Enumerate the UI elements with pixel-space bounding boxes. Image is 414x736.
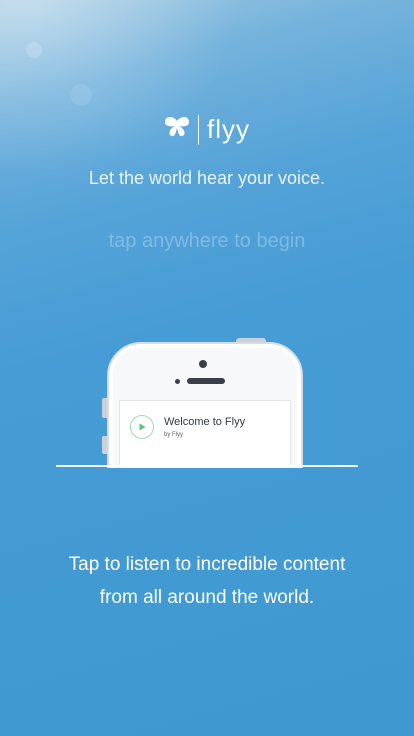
background-glare <box>0 0 240 180</box>
bokeh-light <box>70 84 92 106</box>
bokeh-light <box>26 42 42 58</box>
play-icon <box>130 415 154 439</box>
butterfly-icon <box>164 116 190 143</box>
tap-to-begin-prompt[interactable]: tap anywhere to begin <box>0 230 414 253</box>
description: Tap to listen to incredible content from… <box>0 548 414 614</box>
phone-illustration: Welcome to Flyy by Flyy <box>0 338 414 468</box>
phone-speaker <box>187 378 225 384</box>
logo-divider <box>198 114 199 145</box>
brand-name: flyy <box>207 114 250 144</box>
ground-line <box>56 465 358 467</box>
phone-body: Welcome to Flyy by Flyy <box>107 342 303 468</box>
app-logo: flyy <box>0 114 414 145</box>
description-line-1: Tap to listen to incredible content <box>68 554 346 575</box>
phone-screen: Welcome to Flyy by Flyy <box>119 400 291 468</box>
phone-camera <box>199 360 207 368</box>
onboarding-screen[interactable]: flyy Let the world hear your voice. tap … <box>0 0 414 736</box>
tagline: Let the world hear your voice. <box>88 168 326 188</box>
card-subtitle: by Flyy <box>164 432 184 438</box>
content-card: Welcome to Flyy by Flyy <box>130 415 245 439</box>
card-title: Welcome to Flyy <box>164 416 246 428</box>
phone-sensor <box>175 379 180 384</box>
description-line-2: from all around the world. <box>99 587 315 608</box>
